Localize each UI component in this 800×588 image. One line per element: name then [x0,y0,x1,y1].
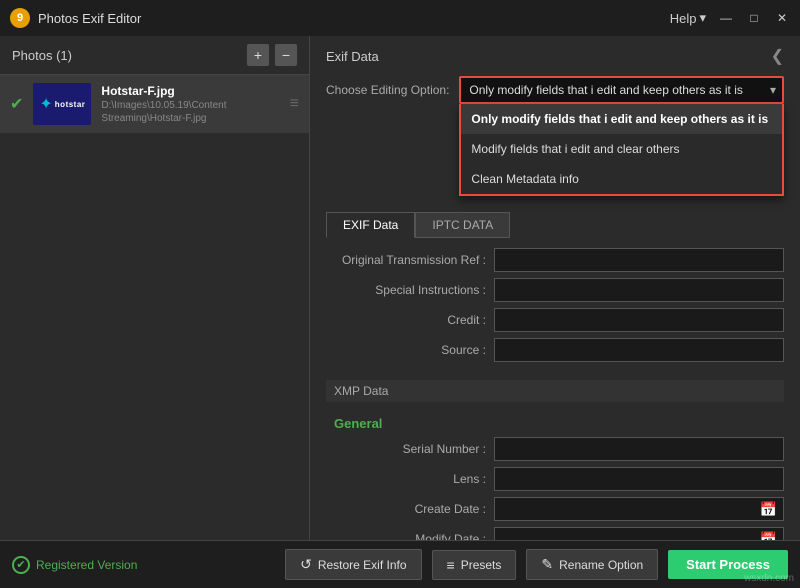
tabs-row: EXIF Data IPTC DATA [326,212,784,238]
form-row-credit: Credit : [326,308,784,332]
restore-exif-button[interactable]: ↺ Restore Exif Info [285,549,421,580]
exif-data-title: Exif Data [326,49,379,64]
photo-item[interactable]: ✔ ✦ hotstar Hotstar-F.jpg D:\Images\10.0… [0,75,309,133]
rename-option-button[interactable]: ✎ Rename Option [526,549,658,580]
title-bar-left: 9 Photos Exif Editor [10,8,141,28]
hotstar-logo: ✦ hotstar [33,83,91,125]
photos-panel-title: Photos (1) [12,48,72,63]
title-bar: 9 Photos Exif Editor Help ▾ — □ ✕ [0,0,800,36]
registered-label: Registered Version [36,558,137,572]
editing-option-label: Choose Editing Option: [326,83,449,97]
maximize-button[interactable]: □ [746,10,762,26]
form-row-create-date: Create Date : 📅 [326,497,784,521]
rename-icon: ✎ [541,556,553,573]
app-title: Photos Exif Editor [38,11,141,26]
dropdown-option-2[interactable]: Clean Metadata info [461,164,782,194]
dropdown-selected-value: Only modify fields that i edit and keep … [469,83,742,97]
editing-option-row: Choose Editing Option: Only modify field… [326,76,784,104]
lens-label: Lens : [326,472,486,486]
serial-label: Serial Number : [326,442,486,456]
tab-iptc-data[interactable]: IPTC DATA [415,212,510,238]
photos-panel-header: Photos (1) + − [0,36,309,75]
back-icon[interactable]: ❮ [771,46,784,66]
form-row-lens: Lens : [326,467,784,491]
close-button[interactable]: ✕ [774,10,790,26]
modify-date-calendar-icon[interactable]: 📅 [760,531,777,541]
main-layout: Photos (1) + − ✔ ✦ hotstar Hotstar-F.jpg… [0,36,800,540]
create-date-label: Create Date : [326,502,486,516]
credit-label: Credit : [326,313,486,327]
presets-icon: ≡ [447,557,455,573]
form-row-orig-trans: Original Transmission Ref : [326,248,784,272]
app-icon: 9 [10,8,30,28]
left-panel: Photos (1) + − ✔ ✦ hotstar Hotstar-F.jpg… [0,36,310,540]
bottom-bar: ✔ Registered Version ↺ Restore Exif Info… [0,540,800,588]
watermark: wsxdn.com [744,573,794,584]
form-row-source: Source : [326,338,784,362]
remove-photo-button[interactable]: − [275,44,297,66]
hotstar-text: hotstar [55,100,86,109]
orig-trans-input[interactable] [494,248,784,272]
restore-icon: ↺ [300,556,312,573]
photo-check-icon: ✔ [10,94,23,114]
serial-input[interactable] [494,437,784,461]
photo-name: Hotstar-F.jpg [101,84,279,98]
form-row-special-instr: Special Instructions : [326,278,784,302]
orig-trans-label: Original Transmission Ref : [326,253,486,267]
credit-input[interactable] [494,308,784,332]
restore-label: Restore Exif Info [318,558,407,572]
xmp-fields: Serial Number : Lens : Create Date : 📅 M… [326,437,784,540]
hotstar-star-icon: ✦ [39,94,52,114]
title-bar-controls: Help ▾ — □ ✕ [670,10,790,26]
iptc-fields: Original Transmission Ref : Special Inst… [326,248,784,362]
editing-dropdown-container: Only modify fields that i edit and keep … [459,76,784,104]
source-label: Source : [326,343,486,357]
tab-exif-data[interactable]: EXIF Data [326,212,415,238]
dropdown-popup: Only modify fields that i edit and keep … [459,104,784,196]
modify-date-label: Modify Date : [326,532,486,540]
create-date-field[interactable]: 📅 [494,497,784,521]
registered-icon: ✔ [12,556,30,574]
help-button[interactable]: Help ▾ [670,10,706,26]
source-input[interactable] [494,338,784,362]
dropdown-arrow-icon: ▾ [770,83,776,97]
special-instr-input[interactable] [494,278,784,302]
photo-info: Hotstar-F.jpg D:\Images\10.05.19\Content… [101,84,279,124]
xmp-section-title: XMP Data [326,380,784,402]
form-row-modify-date: Modify Date : 📅 [326,527,784,540]
photo-header-buttons: + − [247,44,297,66]
add-photo-button[interactable]: + [247,44,269,66]
registered-badge: ✔ Registered Version [12,556,137,574]
dropdown-option-1[interactable]: Modify fields that i edit and clear othe… [461,134,782,164]
form-row-serial: Serial Number : [326,437,784,461]
photo-path: D:\Images\10.05.19\Content [101,100,279,111]
photo-path2: Streaming\Hotstar-F.jpg [101,113,279,124]
right-panel: Exif Data ❮ Choose Editing Option: Only … [310,36,800,540]
special-instr-label: Special Instructions : [326,283,486,297]
minimize-button[interactable]: — [718,10,734,26]
editing-dropdown[interactable]: Only modify fields that i edit and keep … [459,76,784,104]
rename-label: Rename Option [559,558,643,572]
presets-label: Presets [461,558,502,572]
modify-date-field[interactable]: 📅 [494,527,784,540]
photo-menu-icon[interactable]: ≡ [290,95,299,113]
photo-thumbnail: ✦ hotstar [33,83,91,125]
create-date-calendar-icon[interactable]: 📅 [760,501,777,518]
lens-input[interactable] [494,467,784,491]
presets-button[interactable]: ≡ Presets [432,550,517,580]
general-section-title: General [334,416,784,431]
dropdown-option-0[interactable]: Only modify fields that i edit and keep … [461,104,782,134]
